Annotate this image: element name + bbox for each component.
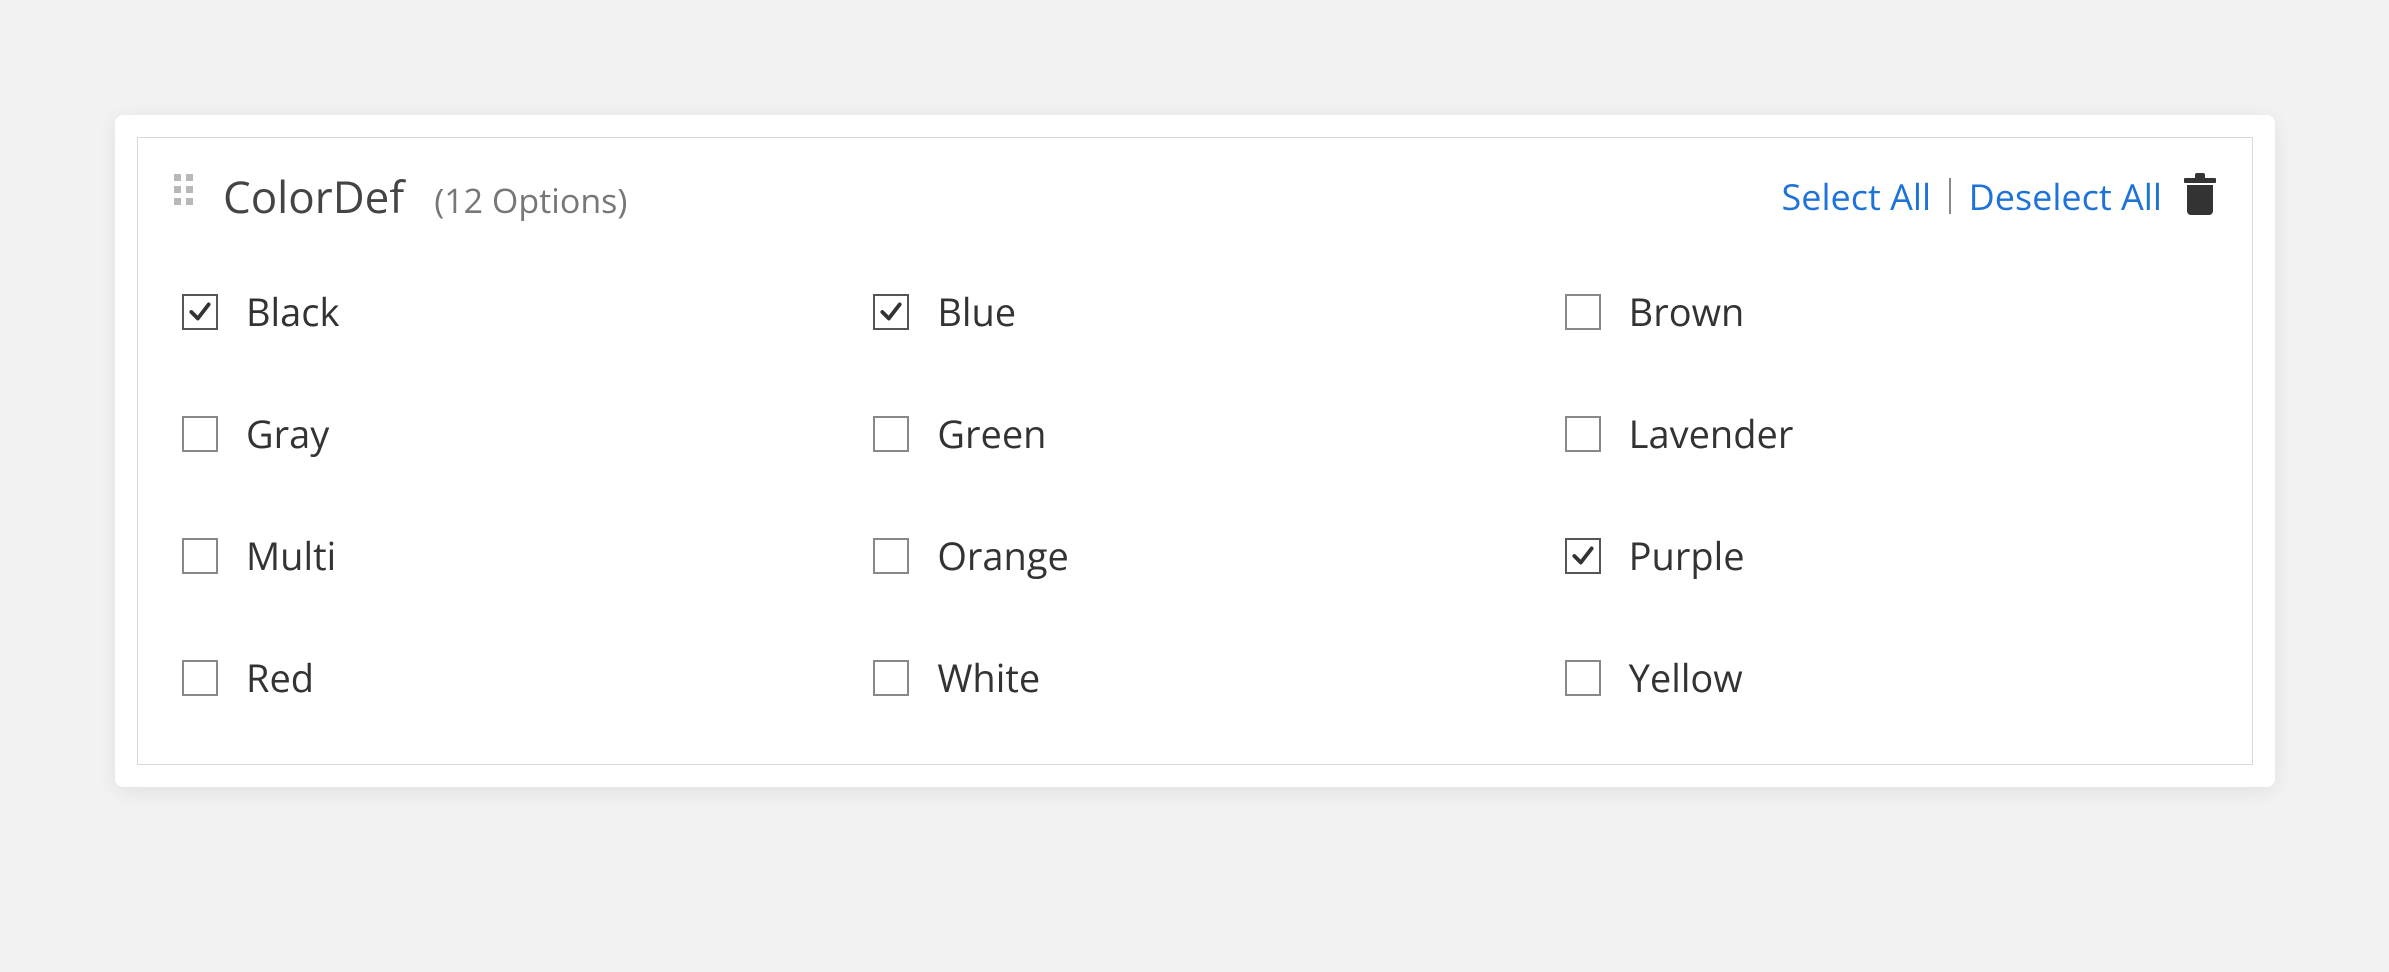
select-all-link[interactable]: Select All: [1781, 172, 1931, 221]
checkbox[interactable]: [182, 294, 218, 330]
option-label: Lavender: [1629, 408, 1794, 460]
panel-header-left: ColorDef (12 Options): [174, 166, 627, 226]
deselect-all-link[interactable]: Deselect All: [1969, 172, 2162, 221]
option-orange[interactable]: Orange: [873, 530, 1524, 582]
option-multi[interactable]: Multi: [182, 530, 833, 582]
option-white[interactable]: White: [873, 652, 1524, 704]
checkbox[interactable]: [1565, 538, 1601, 574]
checkbox[interactable]: [182, 538, 218, 574]
panel-header: ColorDef (12 Options) Select All Deselec…: [174, 166, 2216, 226]
option-green[interactable]: Green: [873, 408, 1524, 460]
option-gray[interactable]: Gray: [182, 408, 833, 460]
checkbox[interactable]: [1565, 660, 1601, 696]
options-grid: Black Blue Brown Gray Green Lavender Multi Oran…: [174, 286, 2216, 704]
option-label: White: [937, 652, 1040, 704]
panel-header-right: Select All Deselect All: [1781, 172, 2216, 221]
checkbox[interactable]: [873, 416, 909, 452]
option-label: Multi: [246, 530, 336, 582]
option-label: Green: [937, 408, 1046, 460]
divider: [1949, 178, 1951, 214]
option-label: Gray: [246, 408, 329, 460]
checkbox[interactable]: [873, 294, 909, 330]
filter-card: ColorDef (12 Options) Select All Deselec…: [115, 115, 2275, 787]
option-brown[interactable]: Brown: [1565, 286, 2216, 338]
checkbox[interactable]: [182, 660, 218, 696]
trash-icon[interactable]: [2184, 178, 2216, 215]
option-purple[interactable]: Purple: [1565, 530, 2216, 582]
option-lavender[interactable]: Lavender: [1565, 408, 2216, 460]
option-label: Red: [246, 652, 314, 704]
checkbox[interactable]: [1565, 294, 1601, 330]
filter-panel: ColorDef (12 Options) Select All Deselec…: [137, 137, 2253, 765]
option-blue[interactable]: Blue: [873, 286, 1524, 338]
option-label: Brown: [1629, 286, 1745, 338]
option-label: Black: [246, 286, 339, 338]
option-label: Purple: [1629, 530, 1745, 582]
option-label: Blue: [937, 286, 1016, 338]
panel-title: ColorDef: [223, 166, 404, 226]
checkbox[interactable]: [873, 660, 909, 696]
option-label: Orange: [937, 530, 1068, 582]
option-black[interactable]: Black: [182, 286, 833, 338]
option-label: Yellow: [1629, 652, 1743, 704]
panel-option-count: (12 Options): [434, 177, 627, 223]
option-red[interactable]: Red: [182, 652, 833, 704]
option-yellow[interactable]: Yellow: [1565, 652, 2216, 704]
drag-handle-icon[interactable]: [174, 166, 193, 205]
checkbox[interactable]: [182, 416, 218, 452]
checkbox[interactable]: [873, 538, 909, 574]
checkbox[interactable]: [1565, 416, 1601, 452]
